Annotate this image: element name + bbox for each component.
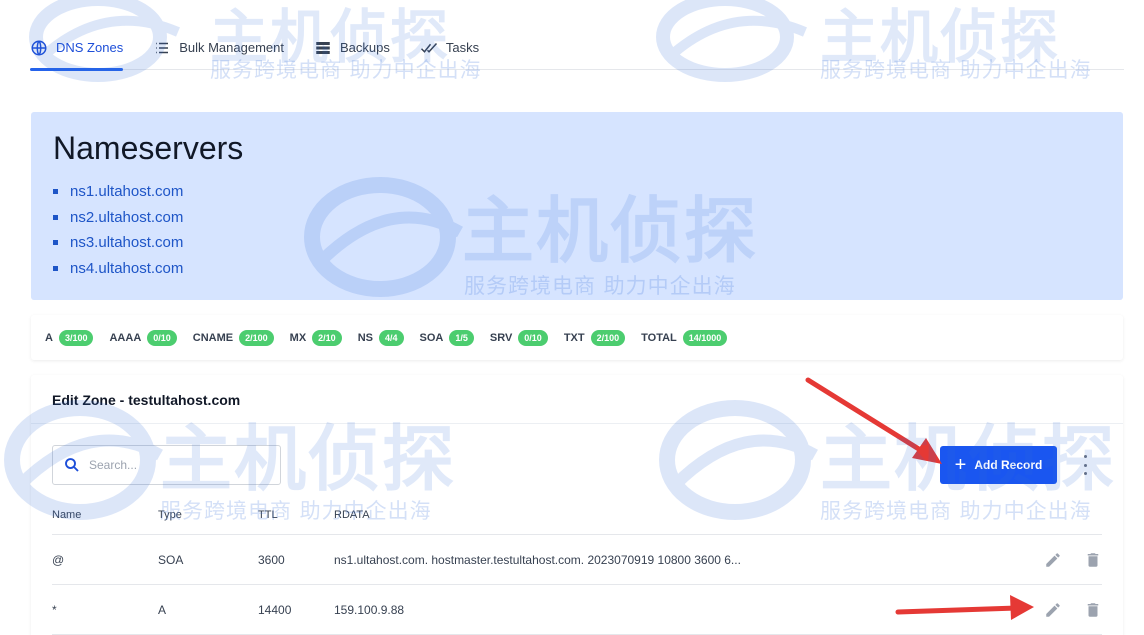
cell-name: * bbox=[52, 603, 57, 617]
count-srv: SRV 0/10 bbox=[490, 329, 548, 346]
table-row: @ SOA 3600 ns1.ultahost.com. hostmaster.… bbox=[52, 535, 1102, 585]
edit-pencil-icon[interactable] bbox=[1044, 551, 1062, 569]
cell-ttl: 14400 bbox=[258, 603, 292, 617]
column-header-name: Name bbox=[52, 509, 82, 521]
globe-icon bbox=[31, 40, 47, 55]
tab-dns-zones[interactable]: DNS Zones bbox=[30, 26, 124, 71]
watermark-slogan: 服务跨境电商 助力中企出海 bbox=[160, 499, 432, 523]
count-badge: 2/10 bbox=[312, 329, 342, 346]
cell-name: @ bbox=[52, 553, 65, 567]
bullet-icon bbox=[53, 240, 58, 246]
table-row: * A 14400 159.100.9.88 bbox=[52, 585, 1102, 635]
count-badge: 2/100 bbox=[239, 329, 274, 346]
count-cname: CNAME 2/100 bbox=[193, 329, 274, 346]
cell-rdata: 159.100.9.88 bbox=[334, 603, 405, 617]
cell-ttl: 3600 bbox=[258, 553, 285, 567]
cell-rdata: ns1.ultahost.com. hostmaster.testultahos… bbox=[334, 553, 741, 567]
count-aaaa: AAAA 0/10 bbox=[109, 329, 177, 346]
cell-type: A bbox=[158, 603, 167, 617]
count-badge: 1/5 bbox=[449, 329, 474, 346]
count-txt: TXT 2/100 bbox=[564, 329, 626, 346]
count-ns: NS 4/4 bbox=[358, 329, 404, 346]
watermark-brand: 主机侦探 bbox=[160, 417, 457, 501]
tab-label: Tasks bbox=[445, 40, 480, 55]
count-badge: 4/4 bbox=[378, 329, 404, 346]
list-icon bbox=[156, 42, 169, 53]
trash-icon[interactable] bbox=[1084, 601, 1102, 619]
cell-type: SOA bbox=[158, 553, 184, 567]
watermark-brand: 主机侦探 bbox=[462, 189, 759, 273]
edit-pencil-icon[interactable] bbox=[1044, 601, 1062, 619]
count-mx: MX 2/10 bbox=[290, 329, 342, 346]
search-icon bbox=[65, 458, 79, 472]
tab-label: DNS Zones bbox=[56, 40, 124, 55]
watermark-slogan: 服务跨境电商 助力中企出海 bbox=[820, 58, 1092, 82]
bullet-icon bbox=[53, 189, 58, 195]
bullet-icon bbox=[53, 265, 58, 271]
count-badge: 2/100 bbox=[590, 329, 626, 346]
trash-icon[interactable] bbox=[1084, 551, 1102, 569]
watermark-slogan: 服务跨境电商 助力中企出海 bbox=[464, 274, 736, 298]
count-total: TOTAL 14/1000 bbox=[641, 329, 728, 346]
count-badge: 0/10 bbox=[518, 329, 548, 346]
count-badge: 3/100 bbox=[58, 329, 94, 346]
count-badge: 0/10 bbox=[147, 329, 177, 346]
count-a: A 3/100 bbox=[45, 329, 94, 346]
watermark-slogan: 服务跨境电商 助力中企出海 bbox=[210, 58, 482, 82]
count-badge: 14/1000 bbox=[682, 329, 728, 346]
count-soa: SOA 1/5 bbox=[420, 329, 474, 346]
record-counts-bar: A 3/100 AAAA 0/10 CNAME 2/100 MX 2/10 NS 4/4 … bbox=[31, 315, 1123, 360]
nameservers-title: Nameservers bbox=[53, 130, 244, 166]
watermark-slogan: 服务跨境电商 助力中企出海 bbox=[820, 499, 1092, 523]
bullet-icon bbox=[53, 214, 58, 220]
watermark-brand: 主机侦探 bbox=[820, 417, 1117, 501]
